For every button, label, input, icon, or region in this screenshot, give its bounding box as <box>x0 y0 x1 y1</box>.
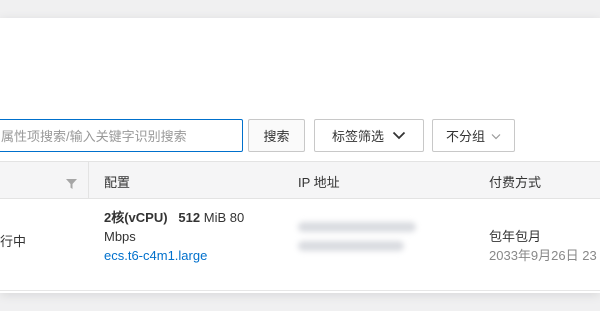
config-line: 2核(vCPU) 512 MiB 80 <box>104 208 244 227</box>
instance-status: 行中 <box>0 234 27 249</box>
group-by-label: 不分组 <box>445 129 485 144</box>
tag-filter-dropdown[interactable]: 标签筛选 <box>314 119 424 152</box>
search-button-label: 搜索 <box>263 129 290 144</box>
search-button[interactable]: 搜索 <box>248 119 305 152</box>
config-bandwidth-value: 80 <box>229 210 245 225</box>
table-row: 行中 2核(vCPU) 512 MiB 80 Mbps ecs.t6-c4m1.… <box>0 199 600 291</box>
group-by-select[interactable]: 不分组 <box>432 119 515 152</box>
billing-type: 包年包月 <box>489 229 542 244</box>
search-placeholder: 属性项搜索/输入关键字识别搜索 <box>1 129 187 144</box>
config-cpu: 2核(vCPU) <box>104 210 168 225</box>
instance-config: 2核(vCPU) 512 MiB 80 Mbps ecs.t6-c4m1.lar… <box>104 208 244 265</box>
header-billing-method: 付费方式 <box>489 174 542 190</box>
instance-list-panel: 属性项搜索/输入关键字识别搜索 搜索 标签筛选 不分组 配置 IP 地址 付费方… <box>0 18 600 293</box>
tag-filter-label: 标签筛选 <box>331 129 384 144</box>
table-header: 配置 IP 地址 付费方式 <box>0 161 600 200</box>
redacted-public-ip <box>298 222 416 232</box>
instance-spec-link[interactable]: ecs.t6-c4m1.large <box>104 246 244 265</box>
billing-method: 包年包月 2033年9月26日 23 <box>489 227 597 265</box>
config-memory-unit: MiB <box>203 210 227 225</box>
header-ip-address: IP 地址 <box>298 174 340 190</box>
config-bandwidth-unit: Mbps <box>104 229 136 244</box>
search-input[interactable]: 属性项搜索/输入关键字识别搜索 <box>0 119 243 152</box>
ip-address-redacted <box>298 222 448 260</box>
chevron-down-icon <box>491 128 501 143</box>
redacted-private-ip <box>298 241 404 251</box>
chevron-down-icon <box>392 128 406 143</box>
header-config: 配置 <box>104 174 131 190</box>
column-divider <box>88 162 89 200</box>
billing-expiry-date: 2033年9月26日 23 <box>489 248 597 263</box>
config-memory: 512 <box>178 210 201 225</box>
filter-icon[interactable] <box>66 176 77 194</box>
